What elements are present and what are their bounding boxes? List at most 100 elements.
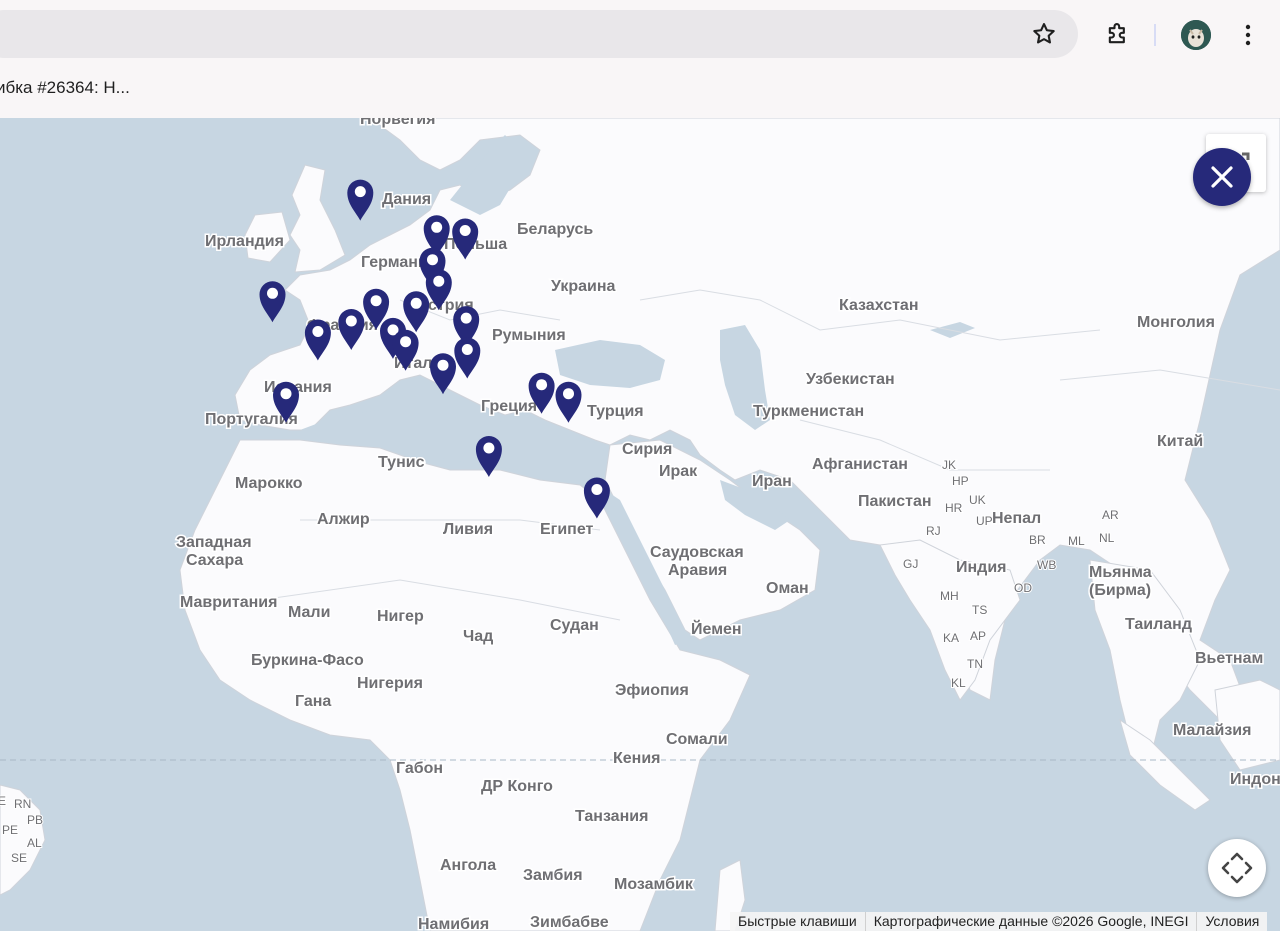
close-icon xyxy=(1211,166,1233,188)
label-myanmar-2: (Бирма) xyxy=(1089,582,1151,599)
map-pin-5[interactable] xyxy=(259,281,286,323)
address-bar[interactable] xyxy=(0,10,1078,58)
label-angola: Ангола xyxy=(440,857,496,874)
label-uzbekistan: Узбекистан xyxy=(806,371,895,388)
label-western-sahara-2: Сахара xyxy=(186,552,243,569)
map-pin-dot xyxy=(483,442,495,454)
label-iraq: Ирак xyxy=(659,463,698,480)
map-pin-dot xyxy=(267,287,278,299)
bookmarks-bar xyxy=(0,66,1280,119)
more-vert-icon[interactable] xyxy=(1236,20,1260,50)
label-romania: Румыния xyxy=(492,327,566,344)
label-nepal: Непал xyxy=(992,510,1041,527)
label-greece: Греция xyxy=(481,398,537,415)
label-region-ts: TS xyxy=(972,603,987,617)
map-canvas[interactable]: Норвегия Дания Ирландия Беларусь Польша … xyxy=(0,118,1280,931)
label-denmark: Дания xyxy=(382,191,431,208)
map-attribution: Быстрые клавиши Картографические данные … xyxy=(730,912,1268,931)
map-pin-dot xyxy=(459,225,471,236)
label-region-ml: ML xyxy=(1068,534,1085,548)
map-pin-dot xyxy=(460,312,472,324)
label-kenya: Кения xyxy=(613,750,661,767)
label-region-hr: HR xyxy=(945,501,963,515)
bookmark-item[interactable]: ибка #26364: Н... xyxy=(0,78,130,98)
label-ghana: Гана xyxy=(295,693,331,710)
label-vietnam: Вьетнам xyxy=(1195,650,1263,667)
map-pin-dot xyxy=(280,388,292,400)
map-pin-dot xyxy=(431,221,443,233)
map-pin-dot xyxy=(354,186,366,198)
label-drc: ДР Конго xyxy=(481,778,553,795)
label-region-ka: KA xyxy=(943,631,959,645)
label-thailand: Таиланд xyxy=(1125,616,1192,633)
map-pin-dot xyxy=(433,275,445,287)
browser-toolbar xyxy=(0,0,1280,66)
label-tanzania: Танзания xyxy=(575,808,648,825)
label-region-pb: PB xyxy=(27,813,43,827)
label-pakistan: Пакистан xyxy=(858,493,932,510)
map-pin-dot xyxy=(345,315,357,327)
avatar[interactable] xyxy=(1181,20,1211,50)
label-namibia: Намибия xyxy=(418,916,489,931)
label-region-br: BR xyxy=(1029,533,1046,547)
label-belarus: Беларусь xyxy=(517,221,593,238)
label-region-od: OD xyxy=(1014,581,1032,595)
label-burkina: Буркина-Фасо xyxy=(251,652,364,669)
label-saudi-1: Саудовская xyxy=(650,544,744,561)
map-pin-dot xyxy=(410,297,422,309)
label-region-ar: AR xyxy=(1102,508,1119,522)
label-ireland: Ирландия xyxy=(205,233,284,250)
map-pin-dot xyxy=(400,336,412,348)
label-region-rn: RN xyxy=(14,797,31,811)
label-region-gj: GJ xyxy=(903,557,918,571)
map-pin-body xyxy=(259,281,286,323)
label-norway: Норвегия xyxy=(360,118,435,128)
map-pin-dot xyxy=(427,254,438,266)
label-turkey: Турция xyxy=(587,403,644,420)
label-morocco: Марокко xyxy=(235,475,303,492)
label-region-up: UP xyxy=(976,514,993,528)
map-pin-0[interactable] xyxy=(347,179,374,221)
label-sudan: Судан xyxy=(550,617,599,634)
label-malaysia: Малайзия xyxy=(1173,722,1251,739)
star-icon[interactable] xyxy=(1030,20,1058,48)
label-region-rj: RJ xyxy=(926,524,941,538)
label-ethiopia: Эфиопия xyxy=(615,682,689,699)
map-pin-dot xyxy=(461,344,473,355)
label-gabon: Габон xyxy=(396,760,443,777)
label-region-e: E xyxy=(0,794,6,808)
label-afghanistan: Афганистан xyxy=(812,456,908,473)
label-region-se: SE xyxy=(11,851,27,865)
extensions-icon[interactable] xyxy=(1104,20,1132,48)
label-region-hp: HP xyxy=(952,474,969,488)
recenter-button[interactable] xyxy=(1208,839,1266,897)
terms-link[interactable]: Условия xyxy=(1196,912,1267,931)
label-region-tn: TN xyxy=(967,657,983,671)
map-pin-dot xyxy=(370,295,382,307)
label-oman: Оман xyxy=(766,580,809,597)
label-yemen: Йемен xyxy=(691,619,742,638)
map-pin-dot xyxy=(536,379,548,391)
label-zimbabwe: Зимбабве xyxy=(530,914,609,931)
close-button[interactable] xyxy=(1193,148,1251,206)
label-tunisia: Тунис xyxy=(378,454,425,471)
label-region-mh: MH xyxy=(940,589,959,603)
label-algeria: Алжир xyxy=(317,511,370,528)
label-zambia: Замбия xyxy=(523,867,583,884)
shortcuts-link[interactable]: Быстрые клавиши xyxy=(730,912,865,931)
label-india: Индия xyxy=(956,559,1007,576)
label-region-ap: AP xyxy=(970,629,986,643)
map-pin-dot xyxy=(312,326,324,337)
label-ukraine: Украина xyxy=(551,278,616,295)
label-region-al: AL xyxy=(27,836,42,850)
label-indonesia: Индон xyxy=(1230,771,1280,788)
label-nigeria: Нигерия xyxy=(357,675,423,692)
label-egypt: Египет xyxy=(540,521,594,538)
label-chad: Чад xyxy=(463,628,493,645)
toolbar-separator xyxy=(1154,24,1156,46)
label-mauritania: Мавритания xyxy=(180,594,277,611)
label-somalia: Сомали xyxy=(666,731,728,748)
label-syria: Сирия xyxy=(622,441,672,458)
map-pin-dot xyxy=(437,359,449,371)
label-region-uk: UK xyxy=(969,493,986,507)
